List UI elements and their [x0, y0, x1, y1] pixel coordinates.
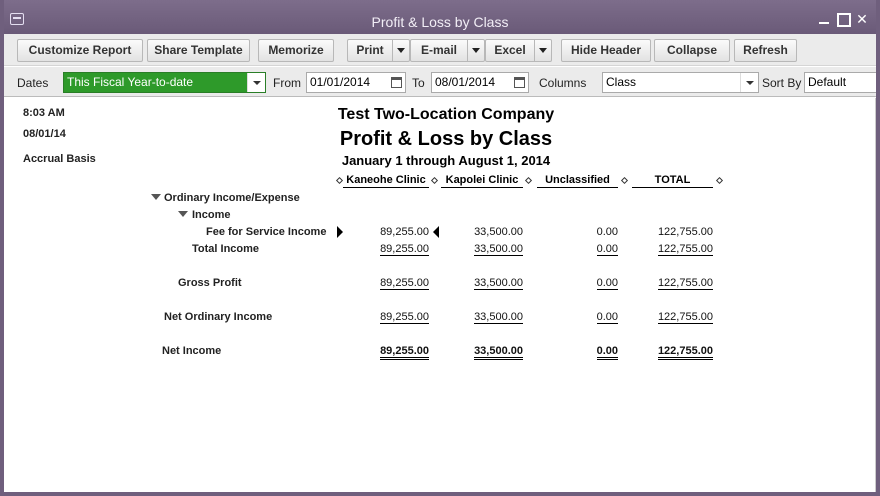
cell-value[interactable]: 89,255.00 [343, 277, 429, 290]
cell-value[interactable]: 33,500.00 [441, 226, 523, 238]
from-date-field[interactable]: 01/01/2014 [306, 72, 406, 93]
collapse-triangle-icon[interactable] [151, 194, 161, 200]
row-label: Fee for Service Income [206, 226, 327, 238]
maximize-icon[interactable] [835, 11, 851, 27]
cell-value[interactable]: 89,255.00 [343, 345, 429, 360]
dates-label: Dates [17, 76, 49, 90]
memorize-button[interactable]: Memorize [258, 39, 334, 62]
report-edge-divider [875, 98, 876, 492]
columns-value: Class [606, 75, 637, 89]
cell-value[interactable]: 0.00 [537, 311, 618, 324]
row-pointer-left-icon [433, 226, 439, 238]
columns-dropdown-icon[interactable] [740, 73, 758, 92]
window-title: Profit & Loss by Class [371, 14, 509, 30]
cell-value[interactable]: 122,755.00 [632, 226, 713, 238]
column-header[interactable]: Unclassified [537, 174, 618, 188]
customize-report-button[interactable]: Customize Report [17, 39, 143, 62]
excel-button[interactable]: Excel [485, 39, 535, 62]
cell-value[interactable]: 122,755.00 [632, 345, 713, 360]
email-button[interactable]: E-mail [410, 39, 468, 62]
report-window: Profit & Loss by Class ✕ Customize Repor… [0, 0, 880, 496]
column-resize-handle[interactable] [430, 176, 439, 185]
to-date-value: 08/01/2014 [435, 75, 496, 89]
cell-value[interactable]: 122,755.00 [632, 277, 713, 290]
cell-value[interactable]: 33,500.00 [441, 311, 523, 324]
print-button[interactable]: Print [347, 39, 393, 62]
from-label: From [273, 76, 301, 90]
cell-value[interactable]: 33,500.00 [441, 345, 523, 360]
cell-value[interactable]: 89,255.00 [343, 226, 429, 238]
dates-value: This Fiscal Year-to-date [67, 75, 194, 89]
title-bar: Profit & Loss by Class ✕ [4, 0, 876, 34]
close-icon[interactable]: ✕ [854, 11, 870, 27]
dates-dropdown-icon[interactable] [247, 73, 265, 92]
report-period: January 1 through August 1, 2014 [341, 153, 551, 168]
cell-value[interactable]: 33,500.00 [441, 243, 523, 256]
cell-value[interactable]: 122,755.00 [632, 243, 713, 256]
column-header[interactable]: Kapolei Clinic [441, 174, 523, 188]
collapse-triangle-icon[interactable] [178, 211, 188, 217]
cell-value[interactable]: 0.00 [537, 277, 618, 290]
column-resize-handle[interactable] [620, 176, 629, 185]
cell-value[interactable]: 33,500.00 [441, 277, 523, 290]
cell-value[interactable]: 122,755.00 [632, 311, 713, 324]
column-resize-handle[interactable] [715, 176, 724, 185]
to-label: To [412, 76, 425, 90]
report-toolbar: Customize Report Share Template Memorize… [4, 34, 876, 66]
print-dropdown-icon[interactable] [393, 39, 410, 62]
minimize-icon[interactable] [816, 11, 832, 27]
report-title: Profit & Loss by Class [339, 128, 553, 150]
row-label: Total Income [192, 243, 260, 255]
sort-by-value: Default [808, 75, 847, 89]
cell-value[interactable]: 89,255.00 [343, 311, 429, 324]
excel-dropdown-icon[interactable] [535, 39, 552, 62]
section-ordinary-income: Ordinary Income/Expense [164, 192, 300, 204]
dates-select[interactable]: This Fiscal Year-to-date [63, 72, 266, 93]
collapse-button[interactable]: Collapse [654, 39, 730, 62]
share-template-button[interactable]: Share Template [147, 39, 250, 62]
calendar-icon[interactable] [514, 77, 525, 88]
from-date-value: 01/01/2014 [310, 75, 371, 89]
email-dropdown-icon[interactable] [468, 39, 485, 62]
cell-value[interactable]: 89,255.00 [343, 243, 429, 256]
to-date-field[interactable]: 08/01/2014 [431, 72, 529, 93]
row-label: Gross Profit [178, 277, 242, 289]
cell-value[interactable]: 0.00 [537, 345, 618, 360]
company-name: Test Two-Location Company [337, 106, 555, 123]
report-body: 8:03 AM 08/01/14 Accrual Basis Test Two-… [4, 98, 876, 492]
column-resize-handle[interactable] [335, 176, 344, 185]
hide-header-button[interactable]: Hide Header [561, 39, 651, 62]
filter-bar: Dates This Fiscal Year-to-date From 01/0… [4, 67, 876, 97]
section-income: Income [192, 209, 231, 221]
cell-value[interactable]: 0.00 [537, 243, 618, 256]
columns-select[interactable]: Class [602, 72, 759, 93]
columns-label: Columns [539, 76, 587, 90]
calendar-icon[interactable] [391, 77, 402, 88]
sort-by-select[interactable]: Default [804, 72, 876, 93]
column-resize-handle[interactable] [524, 176, 533, 185]
refresh-button[interactable]: Refresh [734, 39, 797, 62]
row-label: Net Income [162, 345, 222, 357]
column-header[interactable]: TOTAL [632, 174, 713, 188]
column-header[interactable]: Kaneohe Clinic [343, 174, 429, 188]
row-label: Net Ordinary Income [164, 311, 273, 323]
cell-value[interactable]: 0.00 [537, 226, 618, 238]
sort-by-label: Sort By [762, 76, 802, 90]
